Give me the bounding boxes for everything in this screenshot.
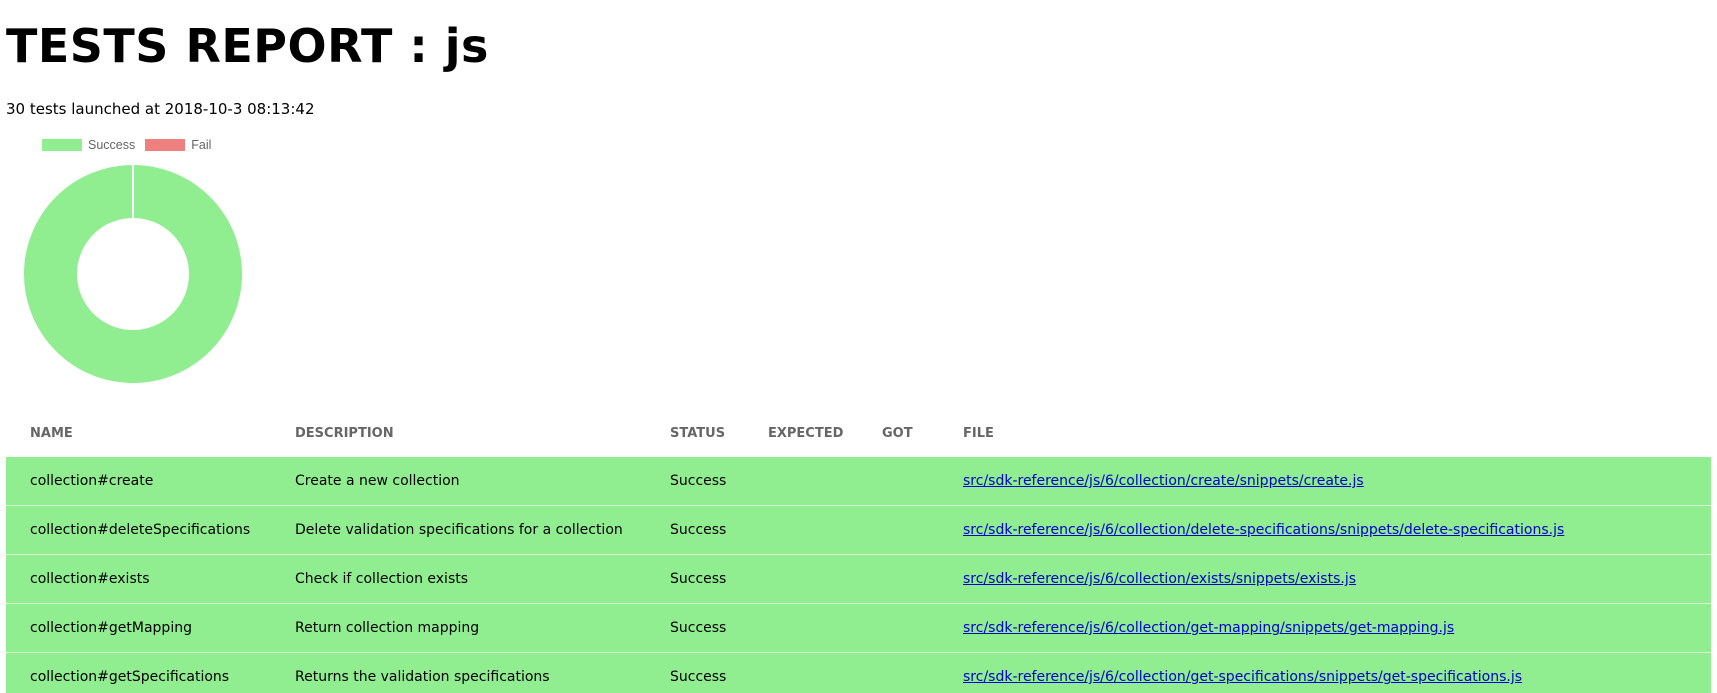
column-header-description[interactable]: DESCRIPTION (271, 409, 646, 457)
column-header-status[interactable]: STATUS (646, 409, 744, 457)
cell-description: Return collection mapping (271, 603, 646, 653)
cell-file: src/sdk-reference/js/6/collection/delete… (931, 505, 1711, 555)
cell-description: Returns the validation specifications (271, 652, 646, 693)
cell-file: src/sdk-reference/js/6/collection/get-sp… (931, 652, 1711, 693)
cell-expected (744, 554, 858, 604)
cell-got (858, 603, 931, 653)
cell-got (858, 457, 931, 506)
cell-description: Delete validation specifications for a c… (271, 505, 646, 555)
chart-legend: Success Fail (42, 138, 221, 152)
cell-name: collection#create (6, 457, 271, 506)
file-link[interactable]: src/sdk-reference/js/6/collection/get-ma… (963, 620, 1454, 636)
cell-status: Success (646, 652, 744, 693)
column-header-got[interactable]: GOT (858, 409, 931, 457)
file-link[interactable]: src/sdk-reference/js/6/collection/delete… (963, 522, 1564, 538)
table-row: collection#deleteSpecifications Delete v… (6, 505, 1711, 555)
cell-status: Success (646, 505, 744, 555)
cell-expected (744, 652, 858, 693)
cell-status: Success (646, 554, 744, 604)
cell-description: Create a new collection (271, 457, 646, 506)
table-header-row: NAME DESCRIPTION STATUS EXPECTED GOT FIL… (6, 409, 1711, 457)
table-row: collection#create Create a new collectio… (6, 457, 1711, 506)
legend-swatch-fail (145, 139, 186, 151)
file-link[interactable]: src/sdk-reference/js/6/collection/get-sp… (963, 669, 1522, 685)
column-header-name[interactable]: NAME (6, 409, 271, 457)
cell-expected (744, 457, 858, 506)
cell-got (858, 652, 931, 693)
cell-expected (744, 505, 858, 555)
legend-item-success[interactable]: Success (42, 138, 135, 152)
cell-got (858, 505, 931, 555)
cell-description: Check if collection exists (271, 554, 646, 604)
file-link[interactable]: src/sdk-reference/js/6/collection/create… (963, 473, 1364, 489)
cell-name: collection#exists (6, 554, 271, 604)
cell-got (858, 554, 931, 604)
cell-name: collection#deleteSpecifications (6, 505, 271, 555)
cell-file: src/sdk-reference/js/6/collection/get-ma… (931, 603, 1711, 653)
cell-name: collection#getSpecifications (6, 652, 271, 693)
table-row: collection#getMapping Return collection … (6, 603, 1711, 653)
file-link[interactable]: src/sdk-reference/js/6/collection/exists… (963, 571, 1356, 587)
table-row: collection#getSpecifications Returns the… (6, 652, 1711, 693)
column-header-expected[interactable]: EXPECTED (744, 409, 858, 457)
results-table: NAME DESCRIPTION STATUS EXPECTED GOT FIL… (6, 409, 1711, 693)
cell-status: Success (646, 603, 744, 653)
table-row: collection#exists Check if collection ex… (6, 554, 1711, 604)
cell-name: collection#getMapping (6, 603, 271, 653)
legend-label-fail: Fail (191, 138, 212, 152)
tests-report-page: TESTS REPORT : js 30 tests launched at 2… (0, 0, 1717, 693)
column-header-file[interactable]: FILE (931, 409, 1711, 457)
tests-summary: 30 tests launched at 2018-10-3 08:13:42 (6, 100, 315, 118)
cell-file: src/sdk-reference/js/6/collection/exists… (931, 554, 1711, 604)
page-title: TESTS REPORT : js (6, 19, 489, 73)
results-donut-chart (24, 165, 242, 383)
cell-expected (744, 603, 858, 653)
cell-status: Success (646, 457, 744, 506)
legend-item-fail[interactable]: Fail (145, 138, 211, 152)
legend-label-success: Success (88, 138, 136, 152)
legend-swatch-success (42, 139, 82, 151)
cell-file: src/sdk-reference/js/6/collection/create… (931, 457, 1711, 506)
